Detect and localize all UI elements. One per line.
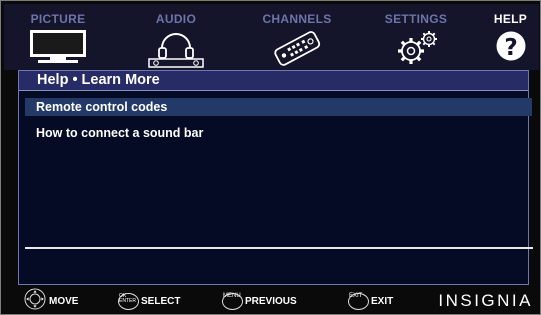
tab-settings[interactable]: SETTINGS — [361, 4, 471, 70]
tab-settings-label: SETTINGS — [384, 12, 448, 26]
hint-previous: MENU PREVIOUS — [222, 288, 297, 314]
hint-exit: EXIT EXIT — [348, 288, 393, 314]
menu-item-connect-sound-bar[interactable]: How to connect a sound bar — [25, 124, 532, 142]
hint-select: OK ENTER SELECT — [118, 288, 180, 314]
enter-key-text: ENTER — [119, 297, 136, 304]
svg-text:?: ? — [504, 35, 517, 61]
headphones-icon — [144, 28, 208, 73]
help-learn-more-panel: Help • Learn More Remote control codes H… — [18, 70, 533, 285]
hint-select-label: SELECT — [141, 295, 181, 307]
hint-previous-label: PREVIOUS — [245, 295, 297, 307]
hint-move-label: MOVE — [49, 295, 79, 307]
hint-move: MOVE — [23, 288, 78, 314]
tv-icon — [27, 28, 89, 71]
menu-key-icon: MENU — [222, 292, 243, 310]
control-hints-bar: MOVE OK ENTER SELECT MENU PREVIOUS EXIT … — [1, 288, 540, 314]
menu-item-remote-control-codes[interactable]: Remote control codes — [25, 98, 532, 116]
gears-icon — [389, 28, 443, 73]
tab-help[interactable]: HELP ? — [482, 4, 539, 70]
dpad-icon — [23, 288, 47, 315]
tab-audio[interactable]: AUDIO — [121, 4, 231, 70]
tv-menu-window: PICTURE AUDIO CHANNELS SETTINGS HELP ? H… — [0, 0, 541, 315]
panel-title: Help • Learn More — [19, 71, 528, 91]
tab-picture[interactable]: PICTURE — [4, 4, 112, 70]
ok-enter-key-icon: OK ENTER — [118, 292, 139, 310]
tab-channels[interactable]: CHANNELS — [242, 4, 352, 70]
hint-exit-label: EXIT — [371, 295, 394, 307]
panel-divider — [25, 247, 533, 249]
brand-logo: INSIGNIA — [438, 291, 533, 310]
remote-control-icon — [268, 28, 326, 73]
tab-channels-label: CHANNELS — [262, 12, 332, 26]
tab-help-label: HELP — [493, 12, 528, 26]
menu-tab-bar: PICTURE AUDIO CHANNELS SETTINGS HELP ? — [4, 4, 539, 70]
exit-key-icon: EXIT — [348, 292, 369, 310]
tab-audio-label: AUDIO — [155, 12, 197, 26]
tab-picture-label: PICTURE — [30, 12, 86, 26]
question-mark-icon: ? — [495, 28, 527, 67]
